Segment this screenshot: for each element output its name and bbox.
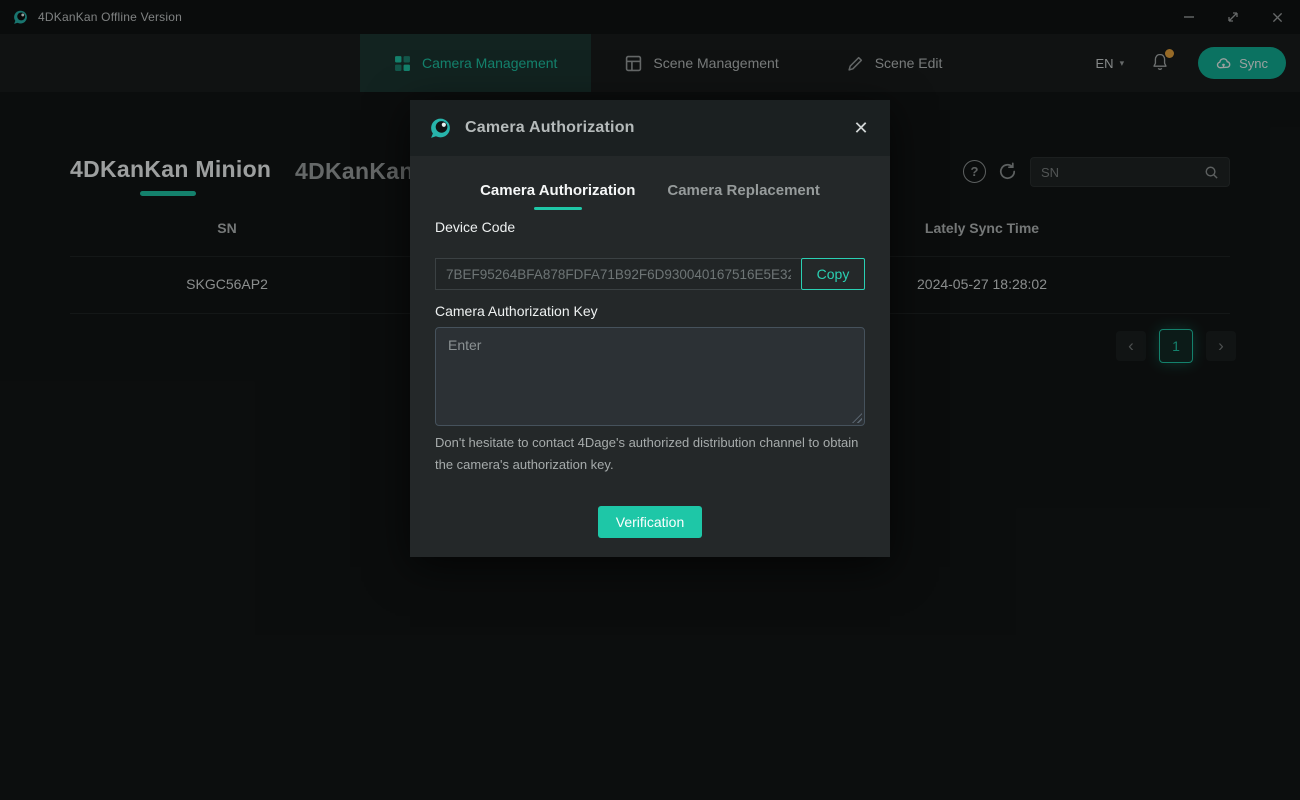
device-code-row: Copy [435,258,865,290]
dialog-title: Camera Authorization [465,119,635,137]
verify-row: Verification [435,506,865,538]
verification-button[interactable]: Verification [598,506,702,538]
device-code-field[interactable] [435,258,801,290]
app-window: 4DKanKan Offline Version Came [0,0,1300,800]
dialog-header: Camera Authorization ✕ [410,100,890,156]
dialog-body: Device Code Copy Camera Authorization Ke… [410,219,890,538]
copy-button[interactable]: Copy [801,258,865,290]
camera-authorization-dialog: Camera Authorization ✕ Camera Authorizat… [410,100,890,557]
authorization-key-area [435,327,865,426]
authorization-key-input[interactable] [435,327,865,426]
device-code-label: Device Code [435,219,865,235]
close-icon[interactable]: ✕ [848,115,874,141]
tab-camera-authorization[interactable]: Camera Authorization [480,182,635,210]
dialog-logo-icon [428,116,453,141]
dialog-tabs: Camera Authorization Camera Replacement [410,182,890,210]
authorization-hint: Don't hesitate to contact 4Dage's author… [435,432,865,476]
tab-camera-replacement[interactable]: Camera Replacement [667,182,820,210]
authorization-key-label: Camera Authorization Key [435,303,865,319]
